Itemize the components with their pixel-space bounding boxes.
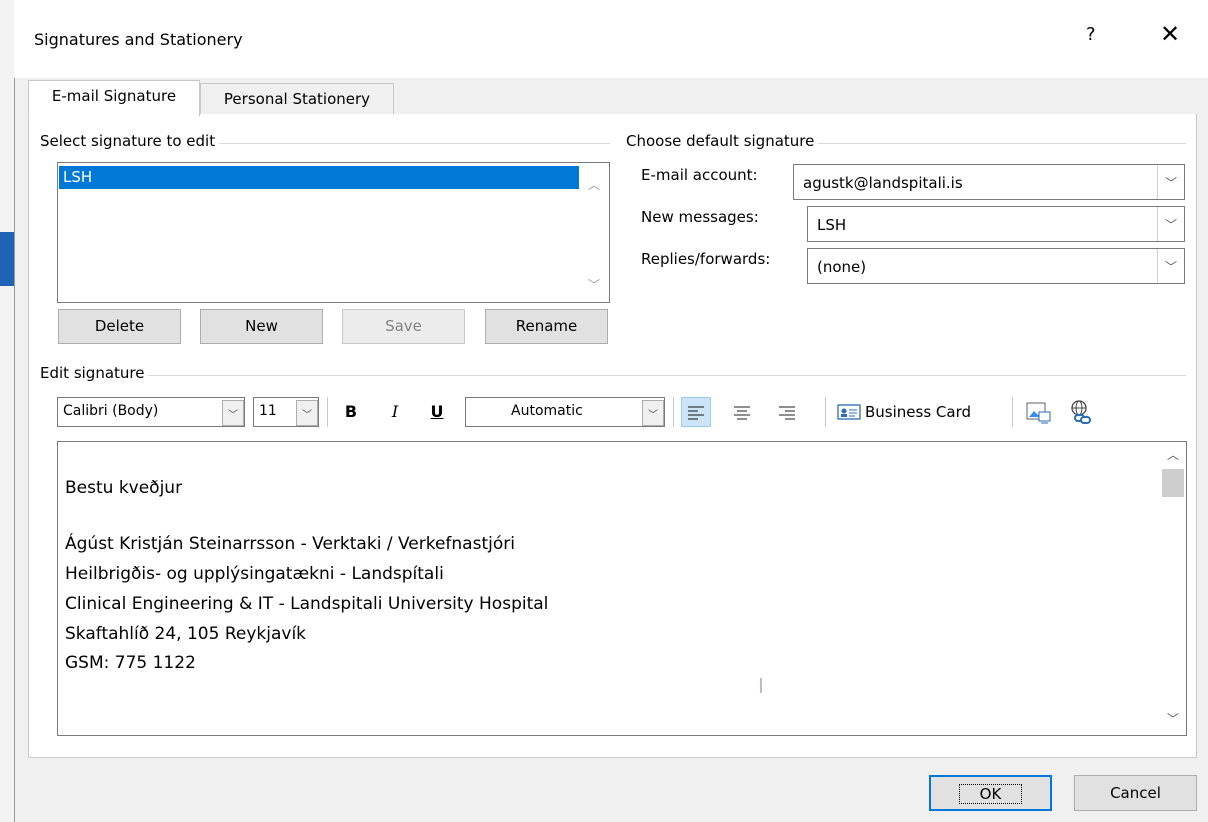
select-signature-label: Select signature to edit bbox=[40, 132, 220, 150]
edit-signature-label: Edit signature bbox=[40, 364, 149, 382]
replies-forwards-label: Replies/forwards: bbox=[641, 250, 771, 268]
signature-line: GSM: 775 1122 bbox=[65, 653, 196, 673]
new-messages-label: New messages: bbox=[641, 208, 759, 226]
insert-picture-button[interactable] bbox=[1024, 398, 1052, 430]
signature-line: Clinical Engineering & IT - Landspitali … bbox=[65, 594, 549, 614]
dialog-title: Signatures and Stationery bbox=[34, 30, 243, 49]
cancel-button[interactable]: Cancel bbox=[1074, 775, 1197, 811]
ok-button[interactable]: OK bbox=[929, 775, 1052, 811]
scroll-thumb[interactable] bbox=[1162, 469, 1184, 497]
chevron-down-icon: ﹀ bbox=[1157, 249, 1184, 283]
editor-scrollbar[interactable]: ︿ ﹀ bbox=[1160, 442, 1186, 733]
new-messages-value: LSH bbox=[817, 216, 847, 234]
business-card-button[interactable]: Business Card bbox=[837, 397, 971, 427]
underline-button[interactable]: U bbox=[424, 397, 450, 427]
text-cursor-icon: I bbox=[758, 674, 764, 698]
close-button[interactable]: ✕ bbox=[1160, 20, 1180, 48]
font-color-value: Automatic bbox=[511, 403, 583, 419]
font-value: Calibri (Body) bbox=[63, 403, 159, 419]
scroll-up-icon[interactable]: ︿ bbox=[1160, 446, 1186, 463]
email-account-select[interactable]: agustk@landspitali.is ﹀ bbox=[793, 164, 1185, 200]
scroll-down-icon[interactable]: ﹀ bbox=[588, 276, 600, 293]
email-account-label: E-mail account: bbox=[641, 166, 758, 184]
chevron-down-icon: ﹀ bbox=[1157, 207, 1184, 241]
font-size-value: 11 bbox=[259, 403, 277, 419]
toolbar-separator bbox=[673, 397, 674, 427]
ok-label: OK bbox=[958, 784, 1023, 804]
align-left-icon bbox=[688, 406, 704, 420]
scroll-up-icon[interactable]: ︿ bbox=[588, 176, 600, 193]
delete-button[interactable]: Delete bbox=[58, 309, 181, 344]
align-center-icon bbox=[734, 406, 750, 420]
email-account-value: agustk@landspitali.is bbox=[803, 174, 963, 192]
hyperlink-icon bbox=[1071, 400, 1091, 424]
align-center-button[interactable] bbox=[727, 397, 757, 427]
tab-personal-stationery[interactable]: Personal Stationery bbox=[200, 83, 394, 115]
font-select[interactable]: Calibri (Body) ﹀ bbox=[57, 397, 245, 427]
italic-button[interactable]: I bbox=[382, 397, 408, 427]
signature-editor[interactable]: Bestu kveðjur Ágúst Kristján Steinarrsso… bbox=[57, 441, 1187, 736]
chevron-down-icon: ﹀ bbox=[642, 400, 664, 426]
rename-button[interactable]: Rename bbox=[485, 309, 608, 344]
chevron-down-icon: ﹀ bbox=[1157, 165, 1184, 199]
new-messages-select[interactable]: LSH ﹀ bbox=[807, 206, 1185, 242]
signature-line: Heilbrigðis- og upplýsingatækni - Landsp… bbox=[65, 564, 444, 584]
bold-button[interactable]: B bbox=[338, 397, 364, 427]
replies-forwards-select[interactable]: (none) ﹀ bbox=[807, 248, 1185, 284]
picture-icon bbox=[1026, 402, 1051, 424]
toolbar-separator bbox=[327, 397, 328, 427]
new-button[interactable]: New bbox=[200, 309, 323, 344]
signature-line: Ágúst Kristján Steinarrsson - Verktaki /… bbox=[65, 534, 515, 554]
help-button[interactable]: ? bbox=[1086, 24, 1096, 45]
background-highlight bbox=[0, 232, 14, 286]
font-color-select[interactable]: Automatic ﹀ bbox=[465, 397, 665, 427]
background-window-edge bbox=[0, 0, 15, 822]
replies-forwards-value: (none) bbox=[817, 258, 867, 276]
default-signature-label: Choose default signature bbox=[626, 132, 819, 150]
align-right-icon bbox=[779, 406, 795, 420]
insert-hyperlink-button[interactable] bbox=[1066, 398, 1096, 432]
toolbar-separator bbox=[825, 397, 826, 427]
save-button[interactable]: Save bbox=[342, 309, 465, 344]
scroll-down-icon[interactable]: ﹀ bbox=[1160, 710, 1186, 727]
chevron-down-icon: ﹀ bbox=[222, 400, 244, 426]
toolbar-separator bbox=[1012, 397, 1013, 427]
signature-line: Skaftahlíð 24, 105 Reykjavík bbox=[65, 624, 307, 644]
tab-email-signature[interactable]: E-mail Signature bbox=[28, 80, 200, 117]
business-card-label: Business Card bbox=[865, 403, 972, 421]
list-item[interactable]: LSH bbox=[59, 166, 579, 189]
font-size-select[interactable]: 11 ﹀ bbox=[253, 397, 319, 427]
align-right-button[interactable] bbox=[772, 397, 802, 427]
signature-line: Bestu kveðjur bbox=[65, 478, 183, 498]
align-left-button[interactable] bbox=[681, 397, 711, 427]
chevron-down-icon: ﹀ bbox=[296, 400, 318, 426]
business-card-icon bbox=[837, 404, 861, 420]
group-divider bbox=[40, 375, 1186, 376]
